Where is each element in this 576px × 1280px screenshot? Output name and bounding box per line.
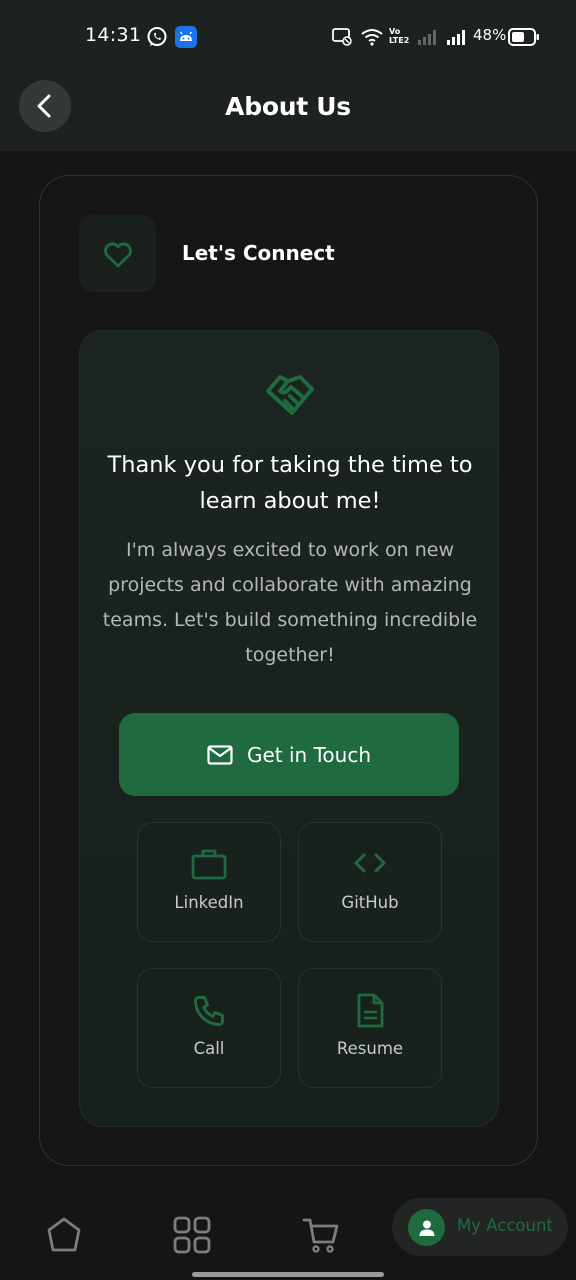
linkedin-button[interactable]: LinkedIn [137, 822, 281, 942]
github-button[interactable]: GitHub [298, 822, 442, 942]
headline: Thank you for taking the time to learn a… [107, 452, 473, 514]
thank-you-panel: Thank you for taking the time to learn a… [79, 330, 499, 1127]
home-icon[interactable] [45, 1216, 83, 1254]
mail-icon [207, 744, 233, 765]
call-button[interactable]: Call [137, 968, 281, 1088]
signal-icon [418, 30, 436, 45]
linkedin-label: LinkedIn [174, 893, 244, 912]
cast-icon [332, 28, 352, 46]
whatsapp-icon [147, 27, 167, 46]
app-bar: About Us [0, 72, 576, 151]
account-avatar [408, 1209, 445, 1246]
user-icon [419, 1220, 434, 1236]
home-indicator[interactable] [192, 1272, 384, 1277]
briefcase-icon [191, 849, 227, 880]
my-account-tab[interactable]: My Account [392, 1198, 568, 1256]
section-icon-box [79, 215, 156, 292]
code-icon [354, 853, 386, 873]
connect-card: Let's Connect Thank you for taking the t… [39, 175, 538, 1166]
heart-icon [103, 242, 132, 267]
grid-icon[interactable] [173, 1216, 211, 1254]
bottom-nav: My Account [0, 1190, 576, 1280]
phone-icon [194, 996, 224, 1026]
page-title: About Us [225, 92, 351, 121]
signal-icon [447, 30, 465, 45]
android-icon [175, 26, 197, 48]
handshake-icon [266, 375, 314, 415]
my-account-label: My Account [457, 1216, 553, 1235]
resume-button[interactable]: Resume [298, 968, 442, 1088]
wifi-icon [361, 29, 383, 46]
resume-label: Resume [336, 1039, 404, 1058]
status-time: 14:31 [85, 24, 142, 46]
battery-percent: 48% [473, 26, 507, 44]
section-title: Let's Connect [182, 241, 335, 265]
body-text: I'm always excited to work on new projec… [102, 539, 478, 666]
network-label: Vo LTE2 [389, 27, 410, 45]
get-in-touch-button[interactable]: Get in Touch [119, 713, 459, 796]
status-bar: 14:31 Vo LTE2 48% [0, 0, 576, 72]
github-label: GitHub [341, 893, 399, 912]
call-label: Call [193, 1039, 225, 1058]
get-in-touch-label: Get in Touch [247, 742, 371, 767]
battery-icon [508, 28, 539, 46]
cart-icon[interactable] [301, 1215, 341, 1255]
document-icon [357, 993, 384, 1028]
